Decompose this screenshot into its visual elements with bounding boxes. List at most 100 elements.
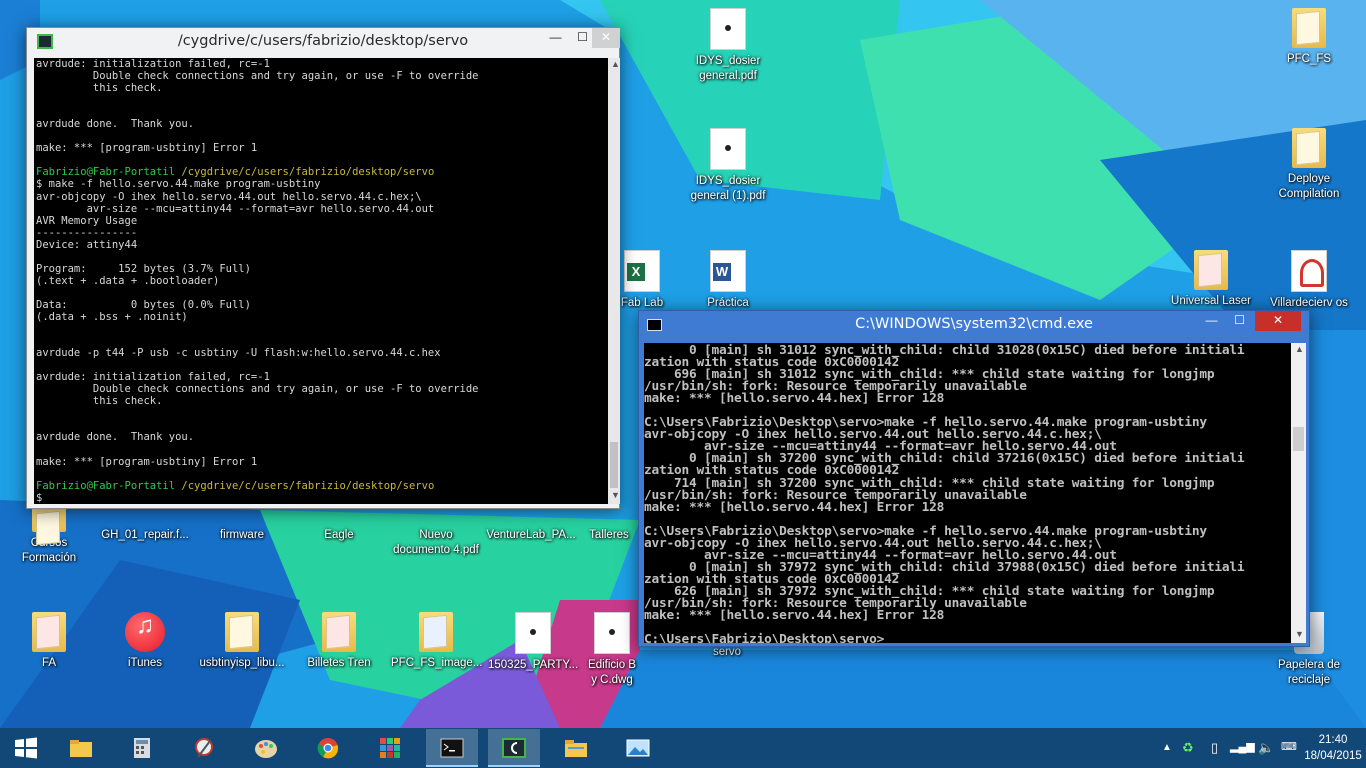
taskbar-calculator[interactable] [116, 729, 168, 767]
desktop-icon-label: Talleres [589, 529, 629, 541]
cygwin-output-text: avrdude: initialization failed, rc=-1 Do… [36, 58, 608, 504]
minimize-button[interactable]: — [1198, 311, 1225, 331]
desktop-icon-party[interactable]: 150325_PARTY... [488, 612, 578, 673]
clock-date: 18/04/2015 [1304, 750, 1362, 762]
terminal-line: $ [36, 491, 49, 504]
desktop-icon-label: PFC_FS_image... [391, 657, 483, 669]
cmd-terminal-output[interactable]: 0 [main] sh 31012 sync_with_child: child… [644, 343, 1291, 643]
desktop-icon-edificio[interactable]: Edificio B y C.dwg [585, 612, 639, 688]
desktop-icon-universal-laser[interactable]: Universal Laser [1166, 250, 1256, 309]
taskbar-apps[interactable] [364, 729, 416, 767]
desktop-icon-label: Deploye Compilation [1278, 173, 1340, 200]
desktop-icon-label: VentureLab_PA... [486, 529, 576, 541]
desktop-icon-idys-dosier-1[interactable]: IDYS_dosier general (1).pdf [683, 128, 773, 204]
itunes-icon [125, 612, 165, 652]
scrollbar-thumb[interactable] [610, 442, 618, 488]
desktop-icon-servo[interactable]: servo [682, 645, 772, 660]
folder-icon [322, 612, 356, 652]
terminal-line: avrdude: initialization failed, rc=-1 [36, 58, 270, 70]
taskbar-cygwin[interactable] [488, 729, 540, 767]
taskbar-file-explorer[interactable] [550, 729, 602, 767]
desktop-icon-label: FA [41, 657, 57, 669]
desktop-icon-label: Universal Laser [1171, 295, 1251, 307]
start-button[interactable] [0, 729, 52, 767]
scrollbar-thumb[interactable] [1293, 427, 1304, 451]
cmd-titlebar[interactable]: C:\WINDOWS\system32\cmd.exe — ☐ ✕ [639, 311, 1309, 339]
cmd-window[interactable]: C:\WINDOWS\system32\cmd.exe — ☐ ✕ 0 [mai… [638, 310, 1310, 647]
desktop-icon-deploye[interactable]: Deploye Compilation [1264, 128, 1354, 202]
cygwin-terminal-window[interactable]: /cygdrive/c/users/fabrizio/desktop/servo… [26, 27, 620, 509]
terminal-line: avr-size --mcu=attiny44 --format=avr hel… [36, 202, 435, 215]
desktop-icon-pfc-fs-image[interactable]: PFC_FS_image... [391, 612, 483, 671]
desktop-icon-gh01[interactable]: GH_01_repair.f... [100, 528, 190, 543]
taskbar-explorer[interactable] [55, 729, 107, 767]
desktop-icon-cursos[interactable]: Cursos Formación [4, 508, 94, 566]
prompt-path: /cygdrive/c/users/fabrizio/desktop/servo [181, 166, 435, 179]
clock-time: 21:40 [1318, 734, 1348, 746]
desktop-icon-venturelab[interactable]: VentureLab_PA... [486, 528, 576, 543]
close-button[interactable]: ✕ [1255, 311, 1301, 331]
desktop-icon-label: 150325_PARTY... [488, 659, 579, 671]
wifi-signal-icon[interactable]: ▂▄▆ [1230, 740, 1255, 753]
chrome-icon [317, 738, 339, 759]
desktop-icon-label: Billetes Tren [307, 657, 371, 669]
terminal-line: make: *** [hello.servo.44.hex] Error 128 [644, 499, 945, 515]
desktop-icon-label: PFC_FS [1286, 53, 1332, 65]
desktop-icon-itunes[interactable]: iTunes [100, 612, 190, 671]
show-hidden-icons-icon[interactable]: ▲ [1162, 742, 1172, 753]
snipping-tool-icon [195, 738, 213, 758]
keyboard-icon[interactable]: ⌨ [1281, 740, 1297, 753]
desktop-icon-fa[interactable]: FA [4, 612, 94, 671]
desktop-icon-idys-dosier[interactable]: IDYS_dosier general.pdf [683, 8, 773, 84]
taskbar-cmd[interactable] [426, 729, 478, 767]
taskbar-chrome[interactable] [302, 729, 354, 767]
minimize-button[interactable]: — [542, 28, 569, 48]
terminal-line: make: *** [program-usbtiny] Error 1 [36, 142, 258, 155]
pdf-document-icon [1291, 250, 1327, 292]
scroll-down-icon[interactable]: ▼ [1295, 629, 1304, 639]
terminal-line: Fabrizio@Fabr-Portatil /cygdrive/c/users… [36, 480, 608, 492]
battery-icon[interactable]: ▯ [1211, 740, 1218, 756]
taskbar-photos[interactable] [612, 729, 664, 767]
cygwin-scrollbar[interactable]: ▲ ▼ [608, 58, 620, 504]
cygwin-titlebar[interactable]: /cygdrive/c/users/fabrizio/desktop/servo… [27, 28, 620, 56]
calculator-icon [134, 738, 150, 758]
scroll-up-icon[interactable]: ▲ [1295, 344, 1304, 354]
terminal-line: make: *** [program-usbtiny] Error 1 [36, 455, 258, 468]
scroll-down-icon[interactable]: ▼ [611, 490, 620, 500]
desktop-icon-nuevo-documento[interactable]: Nuevo documento 4.pdf [391, 528, 481, 558]
cmd-scrollbar[interactable]: ▲ ▼ [1291, 343, 1306, 643]
maximize-button[interactable]: ☐ [1226, 311, 1253, 331]
volume-icon[interactable]: 🔈 [1258, 740, 1274, 756]
system-clock[interactable]: 21:40 18/04/2015 [1304, 732, 1362, 764]
terminal-line: $ make -f hello.servo.44.make program-us… [36, 178, 321, 191]
desktop-icon-talleres[interactable]: Talleres [580, 528, 638, 543]
terminal-line: (.text + .data + .bootloader) [36, 274, 220, 287]
close-button[interactable]: ✕ [592, 28, 620, 48]
desktop-icon-label: GH_01_repair.f... [101, 529, 189, 541]
image-icon [515, 612, 551, 654]
document-icon [594, 612, 630, 654]
folder-icon [419, 612, 453, 652]
desktop-icon-firmware[interactable]: firmware [197, 528, 287, 543]
terminal-line: Double check connections and try again, … [36, 383, 479, 396]
desktop-icon-label: IDYS_dosier general.pdf [695, 55, 761, 82]
desktop-icon-usbtinyisp[interactable]: usbtinyisp_libu... [197, 612, 287, 671]
desktop-icon-villardecierv[interactable]: Villardecierv os [1264, 250, 1354, 311]
desktop-icon-practica[interactable]: Práctica [683, 250, 773, 311]
terminal-line: Program: 152 bytes (3.7% Full) [36, 262, 251, 275]
folder-icon [225, 612, 259, 652]
desktop-icon-billetes[interactable]: Billetes Tren [294, 612, 384, 671]
scroll-up-icon[interactable]: ▲ [611, 59, 620, 69]
prompt-path: /cygdrive/c/users/fabrizio/desktop/servo [181, 479, 435, 492]
cygwin-terminal-output[interactable]: avrdude: initialization failed, rc=-1 Do… [34, 58, 608, 504]
sync-icon[interactable]: ♻ [1182, 740, 1194, 756]
taskbar-paint[interactable] [240, 729, 292, 767]
taskbar-snipping[interactable] [178, 729, 230, 767]
desktop-icon-pfc-fs[interactable]: PFC_FS [1264, 8, 1354, 67]
desktop-icon-eagle[interactable]: Eagle [294, 528, 384, 543]
